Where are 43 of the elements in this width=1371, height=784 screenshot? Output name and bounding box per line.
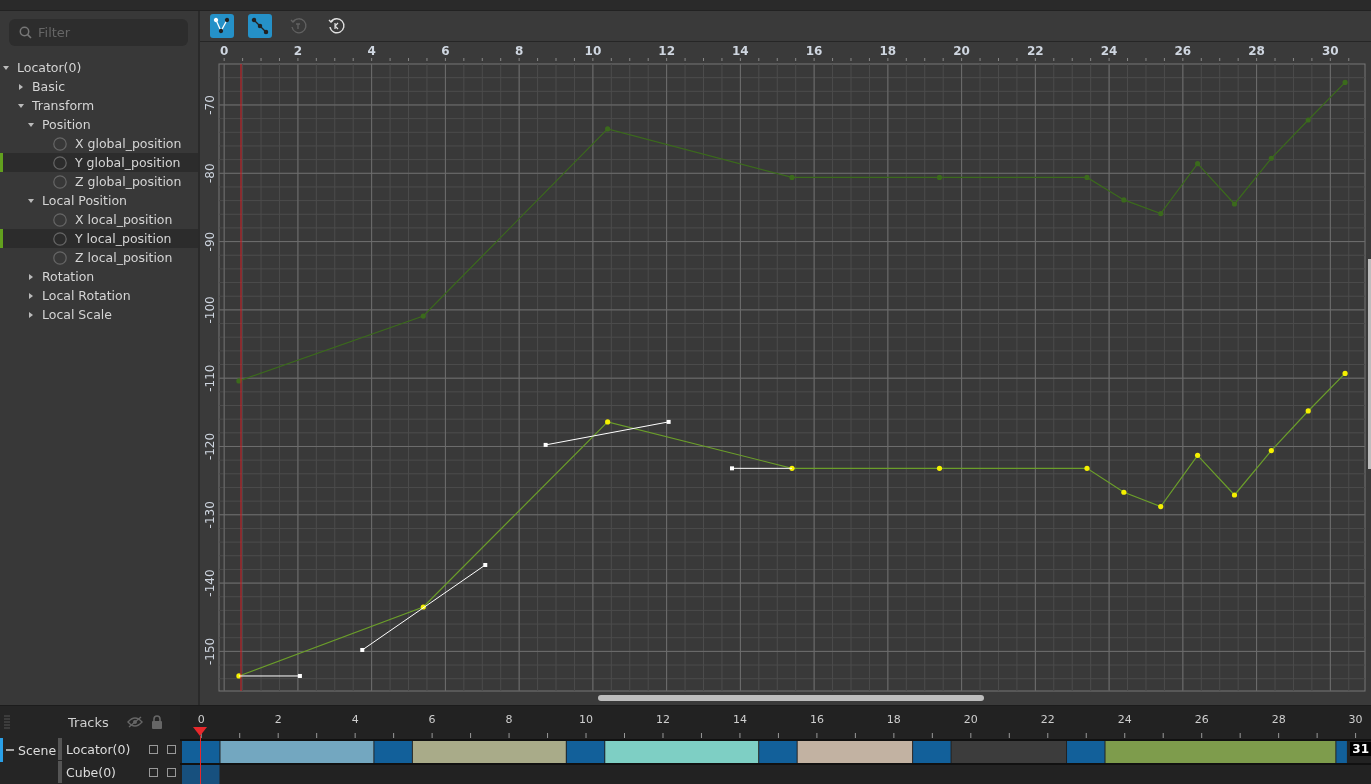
y-axis-tick-label: -90 <box>203 231 217 252</box>
x-axis-tick-label: 28 <box>1248 44 1265 58</box>
x-axis-tick-label: 10 <box>584 44 602 58</box>
x-axis-tick-label: 16 <box>805 44 823 58</box>
y-axis-tick-label: -130 <box>203 501 217 529</box>
x-axis-tick-label: 8 <box>514 44 524 58</box>
y-axis-tick-label: -70 <box>203 95 217 115</box>
frame-number: 12 <box>656 713 670 726</box>
x-axis-tick-label: 4 <box>367 44 376 58</box>
y-axis-tick-label: -80 <box>203 163 217 184</box>
x-axis-tick-label: 22 <box>1027 44 1044 58</box>
y-axis-tick-label: -100 <box>203 296 217 324</box>
frame-number: 28 <box>1271 713 1286 726</box>
frame-number: 24 <box>1117 713 1132 726</box>
frame-number: 16 <box>809 713 824 726</box>
frame-number: 2 <box>274 713 282 726</box>
tracks-title: Tracks <box>68 714 109 730</box>
frame-number: 4 <box>351 713 359 726</box>
x-axis-tick-label: 2 <box>293 44 303 58</box>
x-axis-tick-label: 24 <box>1100 44 1118 58</box>
frame-number: 10 <box>579 713 594 726</box>
x-axis-tick-label: 20 <box>953 44 970 58</box>
y-axis-tick-label: -150 <box>203 637 217 665</box>
x-axis-tick-label: 18 <box>879 44 897 58</box>
frame-number: 22 <box>1040 713 1055 726</box>
frame-number: 26 <box>1194 713 1209 726</box>
frame-number: 0 <box>197 713 205 726</box>
x-axis-tick-label: 6 <box>441 44 450 58</box>
frame-number: 8 <box>505 713 513 726</box>
end-frame-label: 31 <box>1350 742 1371 756</box>
x-axis-tick-label: 14 <box>732 44 749 58</box>
y-axis-tick-label: -140 <box>203 569 217 597</box>
x-axis-tick-label: 12 <box>658 44 675 58</box>
x-axis-tick-label: 30 <box>1322 44 1339 58</box>
frame-number: 20 <box>963 713 978 726</box>
frame-number: 6 <box>428 713 436 726</box>
y-axis-tick-label: -110 <box>203 364 217 392</box>
y-axis-tick-label: -120 <box>203 432 217 461</box>
frame-number: 18 <box>886 713 901 726</box>
x-axis-tick-label: 26 <box>1174 44 1192 58</box>
frame-number: 14 <box>732 713 747 726</box>
frame-number: 30 <box>1348 713 1363 726</box>
x-axis-tick-label: 0 <box>220 44 229 58</box>
